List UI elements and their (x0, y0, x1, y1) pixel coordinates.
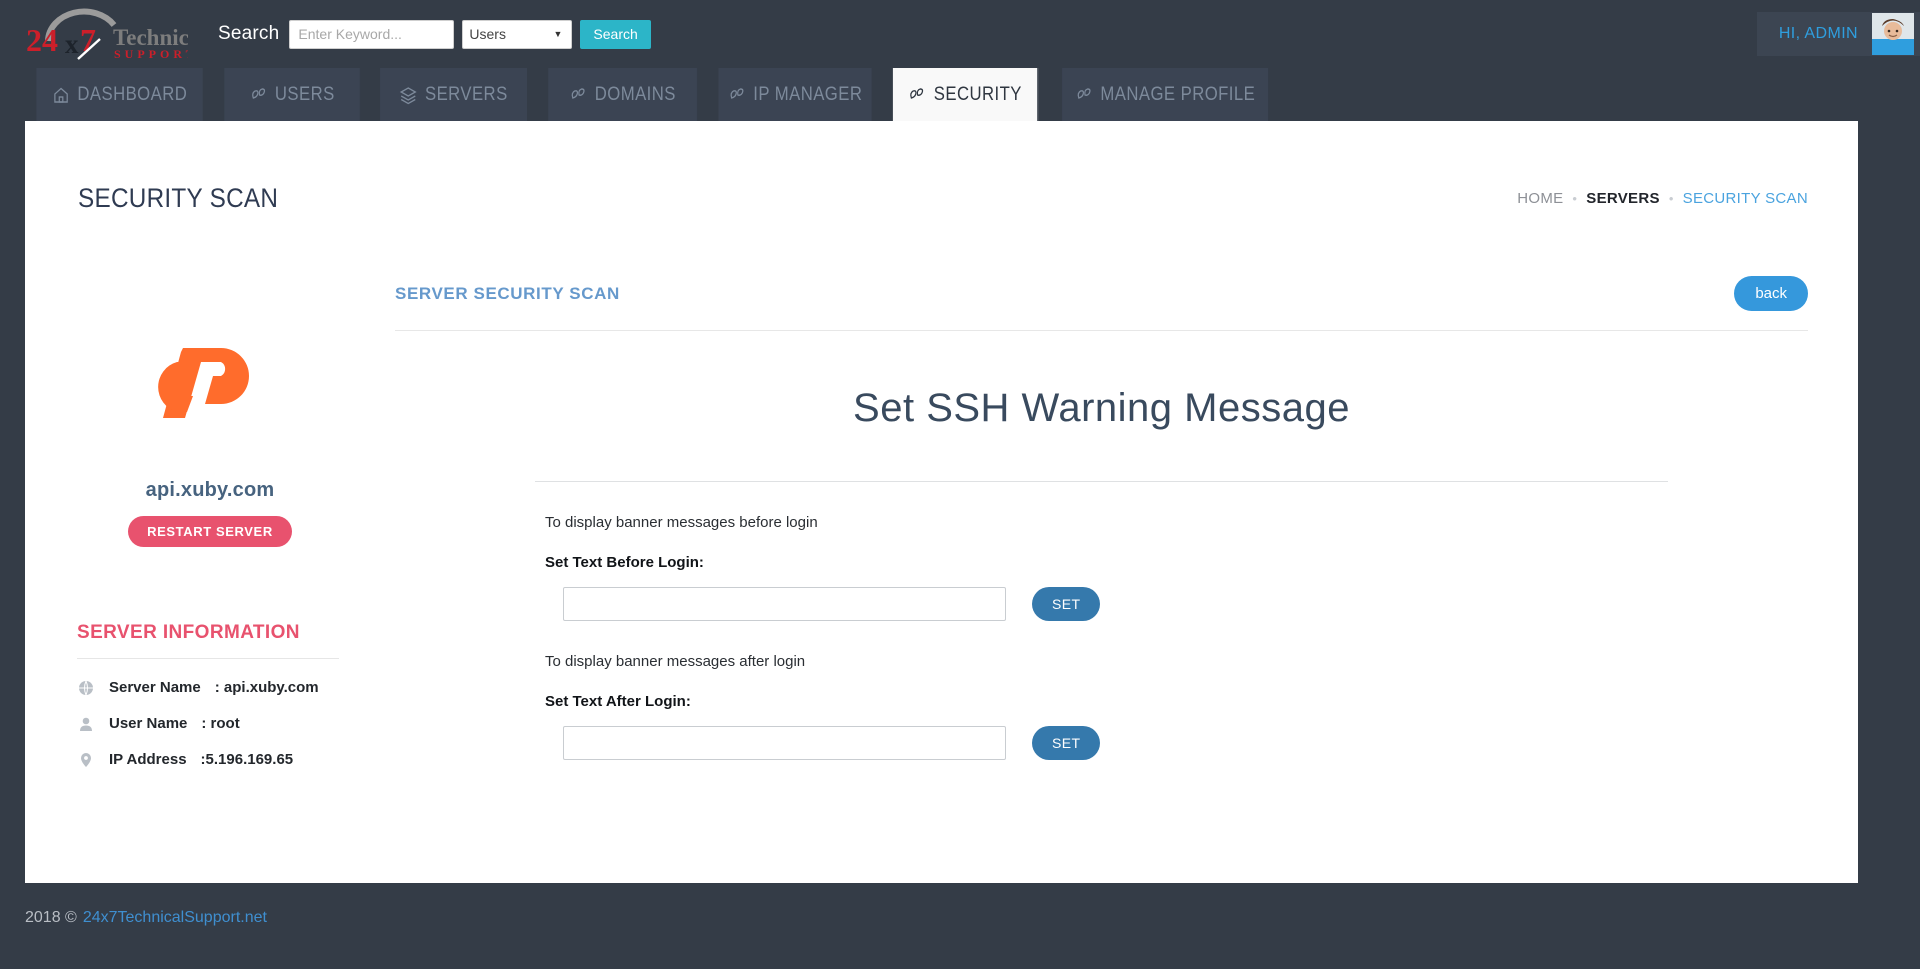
users-icon (249, 85, 267, 105)
server-sidebar: api.xuby.com RESTART SERVER SERVER INFOR… (25, 276, 395, 787)
user-greeting: HI, ADMIN (1778, 25, 1858, 42)
nav-item-domains[interactable]: DOMAINS (548, 68, 698, 121)
footer-copyright: 2018 © (25, 909, 77, 926)
server-information-panel: SERVER INFORMATION Server Name : api.xub… (25, 622, 395, 768)
before-login-row: SET (563, 587, 1808, 621)
security-icon (908, 85, 926, 105)
breadcrumb-servers[interactable]: SERVERS (1586, 190, 1660, 207)
avatar[interactable] (1872, 13, 1914, 55)
nav-item-ip-manager[interactable]: IP MANAGER (718, 68, 873, 121)
before-login-label: Set Text Before Login: (545, 554, 704, 571)
page-container: SECURITY SCAN HOME • SERVERS • SECURITY … (25, 121, 1858, 883)
svg-text:x: x (65, 29, 79, 59)
after-login-note: To display banner messages after login (545, 653, 806, 670)
after-login-input[interactable] (563, 726, 1006, 760)
top-bar: 24 x 7 Technical SUPPORT Search Users ▼ … (0, 0, 1920, 68)
after-login-label: Set Text After Login: (545, 693, 691, 710)
info-value-server-name: : api.xuby.com (214, 679, 319, 696)
set-after-login-button[interactable]: SET (1032, 726, 1101, 760)
location-pin-icon (77, 752, 95, 768)
info-value-user-name: : root (201, 715, 240, 732)
search-scope-wrapper: Users ▼ (454, 19, 573, 49)
nav-item-security[interactable]: SECURITY (892, 68, 1039, 121)
page-header: SECURITY SCAN HOME • SERVERS • SECURITY … (25, 121, 1858, 276)
search-button[interactable]: Search (580, 19, 651, 49)
globe-icon (77, 680, 95, 696)
before-login-note: To display banner messages before login (545, 514, 818, 531)
nav-label-manage-profile: MANAGE PROFILE (1100, 83, 1256, 105)
cpanel-logo-icon (157, 348, 249, 418)
breadcrumb: HOME • SERVERS • SECURITY SCAN (1517, 190, 1808, 207)
svg-text:SUPPORT: SUPPORT (114, 47, 188, 61)
card-title: SERVER SECURITY SCAN (395, 283, 620, 303)
breadcrumb-current: SECURITY SCAN (1682, 190, 1808, 207)
page-footer: 2018 © 24x7TechnicalSupport.net (0, 883, 1920, 953)
ssh-warning-form: Set SSH Warning Message To display banne… (395, 386, 1808, 760)
info-label-server-name: Server Name (109, 679, 201, 696)
ip-manager-icon (728, 85, 746, 105)
nav-item-manage-profile[interactable]: MANAGE PROFILE (1062, 68, 1269, 121)
divider (77, 658, 339, 659)
after-login-row: SET (563, 726, 1808, 760)
restart-server-button[interactable]: RESTART SERVER (128, 516, 292, 547)
nav-label-domains: DOMAINS (594, 83, 676, 105)
nav-item-servers[interactable]: SERVERS (380, 68, 528, 121)
servers-stack-icon (399, 85, 417, 105)
breadcrumb-separator-icon: • (1668, 191, 1674, 206)
breadcrumb-home[interactable]: HOME (1517, 190, 1563, 207)
search-label: Search (218, 23, 280, 44)
page-title: SECURITY SCAN (78, 183, 279, 213)
svg-text:24: 24 (26, 22, 58, 58)
nav-label-dashboard: DASHBOARD (77, 83, 188, 105)
search-bar: Search Users ▼ Search (218, 19, 651, 49)
security-scan-card: SERVER SECURITY SCAN back Set SSH Warnin… (395, 276, 1858, 787)
main-navigation: DASHBOARD USERS SERVERS DOMAINS IP MANAG… (25, 68, 1283, 121)
user-icon (77, 716, 95, 732)
before-login-input[interactable] (563, 587, 1006, 621)
form-heading: Set SSH Warning Message (853, 386, 1350, 430)
divider (535, 481, 1668, 482)
info-row-ip-address: IP Address :5.196.169.65 (77, 751, 375, 768)
nav-item-users[interactable]: USERS (224, 68, 361, 121)
info-row-user-name: User Name : root (77, 715, 375, 732)
info-row-server-name: Server Name : api.xuby.com (77, 679, 375, 696)
site-logo[interactable]: 24 x 7 Technical SUPPORT (18, 7, 188, 61)
cpanel-logo (143, 336, 278, 431)
search-input[interactable] (289, 19, 455, 49)
avatar-photo-icon (1872, 13, 1914, 55)
breadcrumb-separator-icon: • (1572, 191, 1578, 206)
set-before-login-button[interactable]: SET (1032, 587, 1101, 621)
logo-graphic: 24 x 7 Technical SUPPORT (26, 8, 188, 61)
nav-label-servers: SERVERS (424, 83, 508, 105)
search-scope-select[interactable]: Users (462, 19, 573, 49)
back-button[interactable]: back (1734, 276, 1808, 311)
footer-link[interactable]: 24x7TechnicalSupport.net (83, 909, 267, 927)
nav-label-ip-manager: IP MANAGER (753, 83, 863, 105)
info-value-ip-address: :5.196.169.65 (200, 751, 294, 768)
svg-text:7: 7 (80, 22, 96, 58)
nav-label-users: USERS (274, 83, 335, 105)
profile-icon (1075, 85, 1093, 105)
server-hostname: api.xuby.com (145, 479, 275, 501)
nav-label-security: SECURITY (933, 83, 1022, 105)
info-label-ip-address: IP Address (109, 751, 187, 768)
page-body: api.xuby.com RESTART SERVER SERVER INFOR… (25, 276, 1858, 787)
info-label-user-name: User Name (109, 715, 188, 732)
domains-icon (569, 85, 587, 105)
card-header: SERVER SECURITY SCAN back (395, 276, 1808, 331)
user-menu[interactable]: HI, ADMIN (1756, 12, 1920, 56)
nav-item-dashboard[interactable]: DASHBOARD (36, 68, 204, 121)
server-information-heading: SERVER INFORMATION (77, 622, 300, 643)
home-icon (52, 85, 70, 105)
